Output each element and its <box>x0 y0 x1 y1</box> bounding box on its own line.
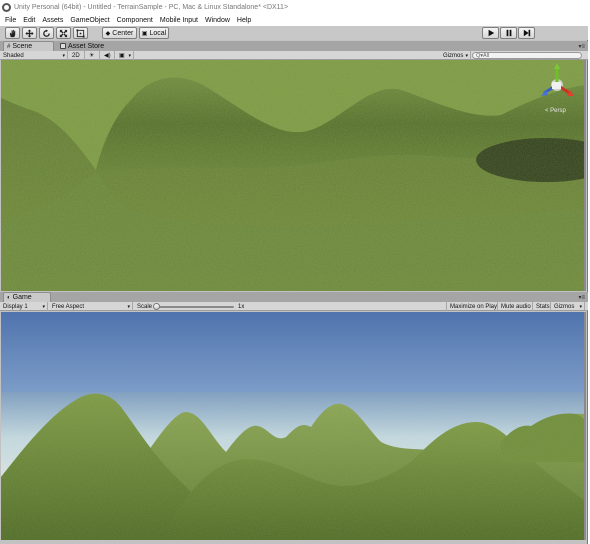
shading-mode-dropdown[interactable]: Shaded ▾ <box>0 51 68 60</box>
menu-component[interactable]: Component <box>117 17 153 24</box>
rect-tool-button[interactable] <box>73 27 88 39</box>
scene-scrollbar[interactable] <box>584 60 586 291</box>
tab-asset-store[interactable]: Asset Store <box>57 41 113 51</box>
rotate-icon <box>43 28 50 37</box>
main-toolbar: ◆ Center ▣ Local <box>0 26 588 40</box>
menu-bar: File Edit Assets GameObject Component Mo… <box>0 14 588 26</box>
display-value: Display 1 <box>3 303 28 310</box>
rotate-tool-button[interactable] <box>39 27 54 39</box>
play-button[interactable] <box>482 27 499 39</box>
pause-button[interactable] <box>500 27 517 39</box>
tab-scene[interactable]: # Scene <box>3 41 54 51</box>
game-viewport[interactable] <box>1 312 586 540</box>
tab-asset-store-label: Asset Store <box>68 42 105 50</box>
space-label: Local <box>149 29 167 37</box>
scene-panel-menu-icon[interactable]: ▾≡ <box>578 43 585 50</box>
speaker-icon: ◀) <box>104 53 111 59</box>
mode-2d-label: 2D <box>72 52 80 59</box>
sun-icon: ☀ <box>89 53 95 59</box>
local-space-icon: ▣ <box>141 30 148 37</box>
chevron-down-icon: ▾ <box>62 52 65 59</box>
aspect-value: Free Aspect <box>52 303 85 310</box>
tab-game-label: Game <box>12 294 32 301</box>
hand-icon <box>9 29 16 37</box>
menu-assets[interactable]: Assets <box>42 17 63 24</box>
stats-label: Stats <box>536 303 550 310</box>
unity-logo-icon <box>2 2 11 12</box>
pivot-icon: ◆ <box>105 30 111 37</box>
stats-toggle[interactable]: Stats <box>533 302 551 311</box>
scene-tab-strip: # Scene Asset Store ▾≡ <box>0 41 588 51</box>
step-icon <box>523 29 530 37</box>
chevron-down-icon: ▾ <box>579 303 582 310</box>
scale-icon <box>59 29 68 37</box>
scale-slider-thumb[interactable] <box>153 303 160 310</box>
play-icon <box>488 29 494 37</box>
game-tab-strip: ◐ Game ▾≡ <box>0 292 588 302</box>
mute-audio-label: Mute audio <box>501 303 531 310</box>
scene-audio-toggle[interactable]: ◀) <box>101 51 115 60</box>
menu-gameobject[interactable]: GameObject <box>70 17 109 24</box>
game-gizmos-label: Gizmos <box>554 303 575 310</box>
move-tool-button[interactable] <box>22 27 37 39</box>
menu-mobile-input[interactable]: Mobile Input <box>160 17 198 24</box>
scene-search-placeholder: Q▾All <box>476 52 490 59</box>
menu-window[interactable]: Window <box>205 17 230 24</box>
scene-view-toolbar: Shaded ▾ 2D ☀ ◀) ▣ ▾ Gizmos ▾ Q▾All <box>0 51 588 60</box>
game-terrain-render <box>1 312 586 540</box>
pivot-local-toggle[interactable]: ▣ Local <box>139 27 169 39</box>
pivot-label: Center <box>112 29 134 37</box>
scene-gizmos-dropdown[interactable]: Gizmos ▾ <box>440 51 471 60</box>
shading-mode-value: Shaded <box>3 52 24 59</box>
scene-terrain-render <box>1 60 586 291</box>
aspect-dropdown[interactable]: Free Aspect ▾ <box>49 302 133 311</box>
title-bar: Unity Personal (64bit) - Untitled - Terr… <box>0 0 588 14</box>
window-title: Unity Personal (64bit) - Untitled - Terr… <box>14 3 289 11</box>
maximize-on-play-label: Maximize on Play <box>450 303 498 310</box>
scene-viewport[interactable]: < Persp <box>1 60 586 291</box>
mute-audio-toggle[interactable]: Mute audio <box>498 302 533 311</box>
scale-slider-track[interactable] <box>156 306 234 308</box>
tab-game[interactable]: ◐ Game <box>3 292 51 302</box>
menu-help[interactable]: Help <box>237 17 251 24</box>
scene-gizmos-label: Gizmos <box>443 52 464 59</box>
maximize-on-play-toggle[interactable]: Maximize on Play <box>446 302 498 311</box>
rect-transform-icon <box>76 28 85 38</box>
tab-scene-label: Scene <box>12 43 33 50</box>
move-arrows-icon <box>25 28 34 38</box>
asset-store-icon <box>60 43 66 49</box>
game-panel-menu-icon[interactable]: ▾≡ <box>578 294 585 301</box>
scale-control: Scale 1x <box>134 302 254 311</box>
hand-tool-button[interactable] <box>5 27 20 39</box>
unity-editor-window: Unity Personal (64bit) - Untitled - Terr… <box>0 0 588 544</box>
game-controller-icon: ◐ <box>7 294 11 301</box>
scale-tool-button[interactable] <box>56 27 71 39</box>
scale-label: Scale <box>137 303 153 310</box>
step-button[interactable] <box>518 27 535 39</box>
game-gizmos-dropdown[interactable]: Gizmos ▾ <box>551 302 585 311</box>
chevron-down-icon: ▾ <box>42 303 45 310</box>
chevron-down-icon: ▾ <box>465 52 468 59</box>
game-scrollbar[interactable] <box>584 312 586 540</box>
chevron-down-icon: ▾ <box>127 303 130 310</box>
scene-search-input[interactable]: Q▾All <box>472 52 582 59</box>
image-icon: ▣ <box>119 53 125 59</box>
chevron-down-icon: ▾ <box>128 52 131 59</box>
display-dropdown[interactable]: Display 1 ▾ <box>0 302 48 311</box>
game-view-toolbar: Display 1 ▾ Free Aspect ▾ Scale 1x Maxim… <box>0 302 588 311</box>
scene-tab-icon: # <box>7 43 11 50</box>
scene-effects-dropdown[interactable]: ▣ ▾ <box>116 51 134 60</box>
mode-2d-toggle[interactable]: 2D <box>69 51 85 60</box>
menu-edit[interactable]: Edit <box>23 17 35 24</box>
scene-lighting-toggle[interactable]: ☀ <box>86 51 100 60</box>
scale-value: 1x <box>238 303 245 310</box>
menu-file[interactable]: File <box>5 17 16 24</box>
pivot-center-toggle[interactable]: ◆ Center <box>102 27 137 39</box>
camera-projection-label[interactable]: < Persp <box>545 108 566 114</box>
pause-icon <box>506 29 511 37</box>
